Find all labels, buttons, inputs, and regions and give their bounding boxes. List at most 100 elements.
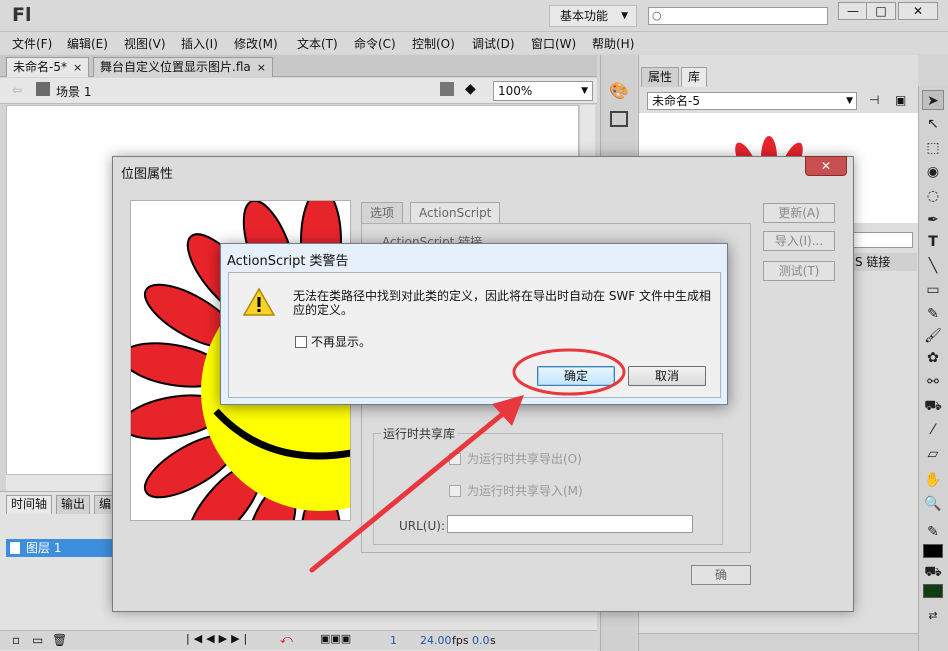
search-icon: ○ (652, 9, 662, 22)
rsl-import-checkbox[interactable]: 为运行时共享导入(M) (449, 482, 583, 499)
menu-window[interactable]: 窗口(W) (531, 35, 576, 52)
3d-rotation-tool-icon[interactable]: ◉ (922, 162, 944, 182)
doc-tab-label: 未命名-5* (13, 60, 67, 74)
menu-edit[interactable]: 编辑(E) (67, 35, 108, 52)
dont-show-again-label: 不再显示。 (311, 335, 372, 349)
new-folder-icon[interactable]: ▭ (32, 633, 43, 647)
subselection-tool-icon[interactable]: ↖ (922, 114, 944, 134)
menu-commands[interactable]: 命令(C) (354, 35, 396, 52)
menu-file[interactable]: 文件(F) (12, 35, 52, 52)
workspace-switcher[interactable]: 基本功能 ▼ (549, 5, 637, 27)
trash-icon[interactable]: 🗑 (52, 633, 67, 647)
onion-skin-icon[interactable]: ▣▣▣ (320, 632, 351, 645)
tab-output[interactable]: 输出 (56, 495, 91, 514)
scene-icon (36, 82, 50, 96)
menu-control[interactable]: 控制(O) (412, 35, 455, 52)
layer-row[interactable]: 图层 1 (6, 539, 114, 557)
app-logo: Fl (12, 4, 32, 26)
tab-options[interactable]: 选项 (361, 202, 404, 224)
eyedropper-tool-icon[interactable]: ⁄ (922, 420, 944, 440)
dialog-close-button[interactable]: ✕ (805, 156, 847, 176)
swatches-grid-icon[interactable] (610, 111, 628, 127)
menu-text[interactable]: 文本(T) (297, 35, 338, 52)
rsl-import-label: 为运行时共享导入(M) (467, 484, 583, 498)
loop-icon[interactable]: ⤺ (280, 632, 293, 647)
minimize-button[interactable]: — (838, 2, 868, 20)
free-transform-tool-icon[interactable]: ⬚ (922, 138, 944, 158)
rectangle-tool-icon[interactable]: ▭ (922, 280, 944, 300)
chevron-down-icon: ▼ (846, 96, 853, 106)
deco-tool-icon[interactable]: ✿ (922, 348, 944, 368)
doc-tab-label: 舞台自定义位置显示图片.fla (100, 60, 251, 74)
url-input[interactable] (447, 515, 693, 533)
tab-actionscript[interactable]: ActionScript (410, 202, 501, 224)
update-button[interactable]: 更新(A) (763, 203, 835, 223)
library-linkage-column[interactable]: S 链接 (849, 253, 917, 271)
menu-modify[interactable]: 修改(M) (234, 35, 278, 52)
brush-tool-icon[interactable]: 🖌 (922, 326, 944, 346)
maximize-button[interactable]: □ (866, 2, 896, 20)
menu-insert[interactable]: 插入(I) (181, 35, 218, 52)
checkbox-box (449, 485, 461, 497)
paint-bucket-tool-icon[interactable]: ⛟ (922, 396, 944, 416)
lasso-tool-icon[interactable]: ◌ (922, 186, 944, 206)
text-tool-icon[interactable]: T (922, 232, 944, 252)
new-layer-icon[interactable]: ▫ (12, 633, 20, 647)
scene-label: 场景 1 (56, 85, 92, 99)
close-window-button[interactable]: ✕ (898, 2, 938, 20)
hand-tool-icon[interactable]: ✋ (922, 470, 944, 490)
library-document-select[interactable]: 未命名-5 ▼ (647, 92, 857, 110)
bone-tool-icon[interactable]: ⚯ (922, 372, 944, 392)
library-footer (639, 633, 919, 651)
layer-name: 图层 1 (26, 541, 62, 555)
line-tool-icon[interactable]: ╲ (922, 256, 944, 276)
zoom-select[interactable]: 100% ▼ (493, 81, 593, 101)
frame-rate[interactable]: 24.00 (420, 634, 452, 647)
swap-colors-icon[interactable]: ⇄ (922, 606, 944, 626)
back-arrow-icon[interactable]: ⇦ (12, 83, 22, 97)
rsl-export-checkbox[interactable]: 为运行时共享导出(O) (449, 450, 582, 467)
fill-color-swatch[interactable] (923, 584, 943, 598)
warning-dialog-body: 无法在类路径中找到对此类的定义，因此将在导出时自动在 SWF 文件中生成相应的定… (228, 272, 721, 398)
new-library-panel-icon[interactable]: ▣ (895, 93, 906, 107)
warning-dialog-title: ActionScript 类警告 (227, 254, 349, 269)
eraser-tool-icon[interactable]: ▱ (922, 444, 944, 464)
tab-timeline[interactable]: 时间轴 (6, 495, 53, 514)
menu-debug[interactable]: 调试(D) (472, 35, 515, 52)
doc-tab-stage-image[interactable]: 舞台自定义位置显示图片.fla × (93, 57, 273, 77)
cancel-button[interactable]: 取消 (628, 366, 706, 386)
menu-view[interactable]: 视图(V) (124, 35, 166, 52)
tab-library[interactable]: 库 (681, 67, 708, 87)
edit-symbols-icon[interactable]: ◆ (465, 81, 476, 97)
warning-message: 无法在类路径中找到对此类的定义，因此将在导出时自动在 SWF 文件中生成相应的定… (293, 289, 712, 317)
pin-library-icon[interactable]: ⊣ (869, 93, 879, 107)
zoom-tool-icon[interactable]: 🔍 (922, 494, 944, 514)
edit-scene-icon[interactable] (440, 82, 454, 96)
test-button[interactable]: 测试(T) (763, 261, 835, 281)
menu-bar: 文件(F) 编辑(E) 视图(V) 插入(I) 修改(M) 文本(T) 命令(C… (0, 32, 948, 54)
workspace-label: 基本功能 (560, 9, 609, 23)
pencil-tool-icon[interactable]: ✎ (922, 304, 944, 324)
menu-help[interactable]: 帮助(H) (592, 35, 634, 52)
playback-controls-icon[interactable]: |◀◀▶▶| (186, 632, 251, 645)
rsl-export-label: 为运行时共享导出(O) (467, 452, 582, 466)
selection-tool-icon[interactable]: ➤ (922, 90, 944, 110)
import-button[interactable]: 导入(I)... (763, 231, 835, 251)
doc-tab-untitled[interactable]: 未命名-5* × (6, 57, 90, 77)
stroke-color-swatch[interactable] (923, 544, 943, 558)
close-icon[interactable]: × (257, 61, 266, 74)
scene-bar: ⇦ 场景 1 ◆ 100% ▼ (0, 78, 597, 104)
close-icon[interactable]: × (73, 61, 82, 74)
help-search-input[interactable]: ○ (648, 7, 828, 25)
library-url-field[interactable] (849, 232, 913, 248)
actionscript-class-warning-dialog: ActionScript 类警告 无法在类路径中找到对此类的定义，因此将在导出时… (220, 243, 728, 405)
tab-properties[interactable]: 属性 (641, 67, 680, 87)
pen-tool-icon[interactable]: ✒ (922, 210, 944, 230)
color-palette-icon[interactable]: 🎨 (609, 81, 629, 100)
bitmap-ok-button[interactable]: 确 (691, 565, 751, 585)
stroke-color-pencil-icon: ✎ (927, 524, 939, 540)
dont-show-again-checkbox[interactable]: 不再显示。 (295, 333, 371, 350)
rsl-group-label: 运行时共享库 (381, 425, 458, 442)
ok-button[interactable]: 确定 (537, 366, 615, 386)
url-label: URL(U): (399, 519, 445, 533)
